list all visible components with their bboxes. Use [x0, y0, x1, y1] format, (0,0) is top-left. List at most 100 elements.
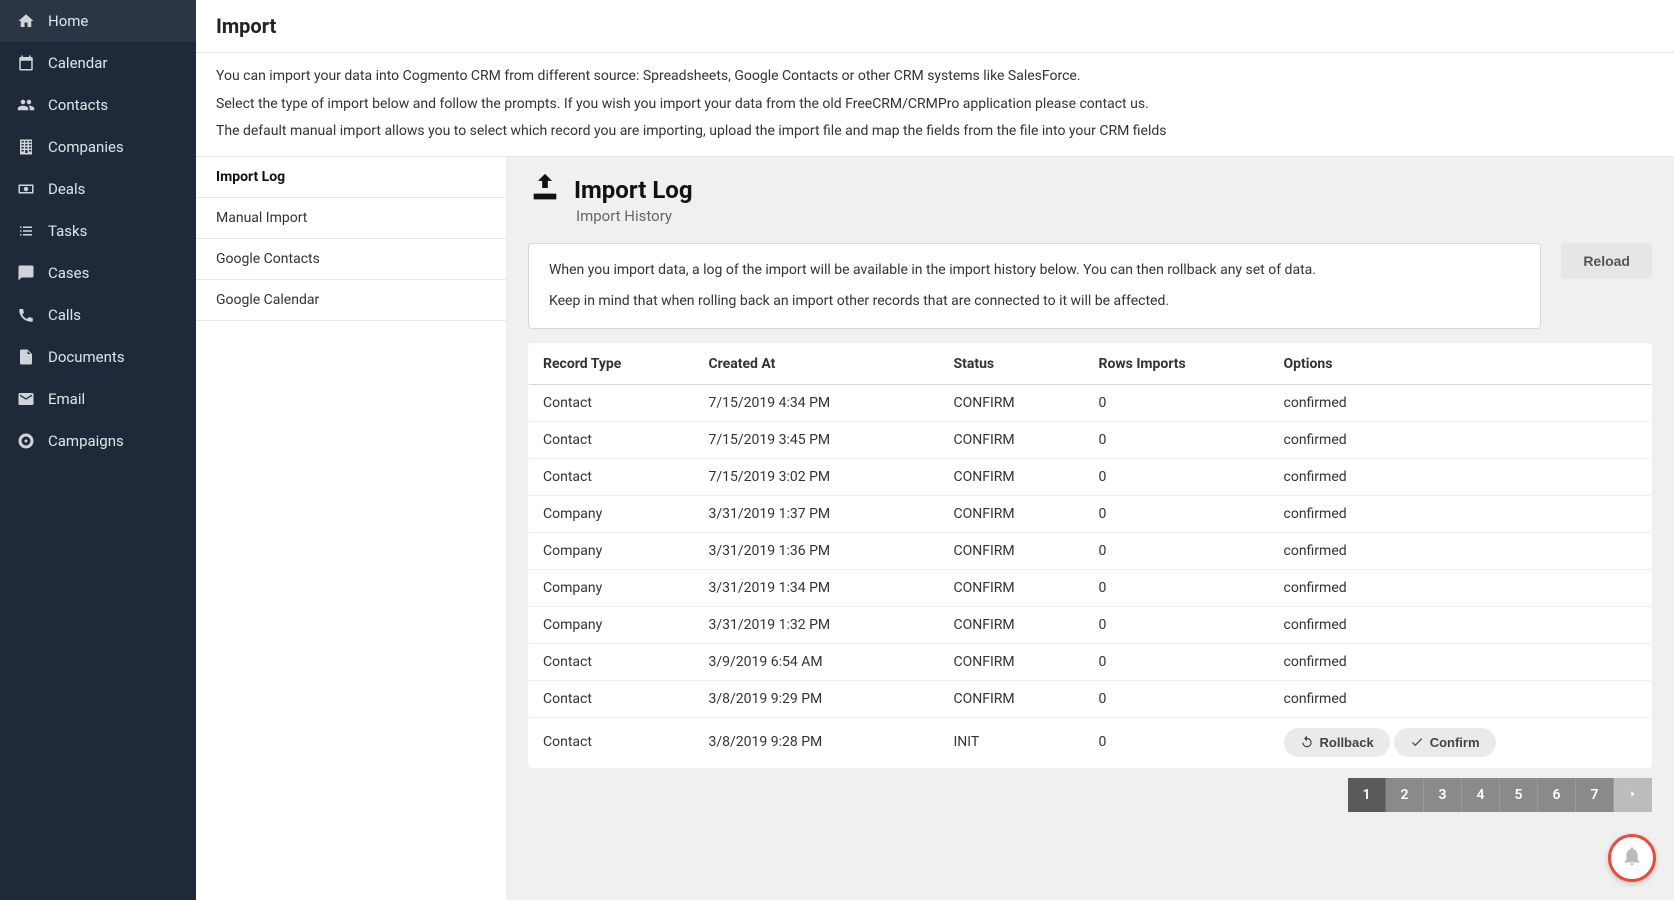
cell-rows: 0	[1089, 643, 1274, 680]
cell-options: confirmed	[1274, 458, 1652, 495]
page-next-button[interactable]	[1614, 778, 1652, 812]
table-row: Company3/31/2019 1:34 PMCONFIRM0confirme…	[529, 569, 1652, 606]
sidebar: Home Calendar Contacts CompaniesDeals Tasks C…	[0, 0, 196, 900]
page-button[interactable]: 4	[1462, 778, 1500, 812]
cell-options: confirmed	[1274, 606, 1652, 643]
options-text: confirmed	[1284, 506, 1347, 522]
cell-type: Contact	[529, 680, 699, 717]
sidebar-item-calls[interactable]: Calls	[0, 294, 196, 336]
cell-rows: 0	[1089, 384, 1274, 421]
import-log-panel: Import Log Import History When you impor…	[506, 157, 1674, 900]
sidebar-item-calendar[interactable]: Calendar	[0, 42, 196, 84]
cell-type: Contact	[529, 384, 699, 421]
table-header: Created At	[699, 343, 944, 384]
sidebar-item-cases[interactable]: Cases	[0, 252, 196, 294]
page-button[interactable]: 6	[1538, 778, 1576, 812]
confirm-button[interactable]: Confirm	[1394, 728, 1496, 757]
cell-created: 3/31/2019 1:36 PM	[699, 532, 944, 569]
sidebar-item-label: Calls	[48, 306, 81, 324]
confirm-label: Confirm	[1430, 735, 1480, 750]
sidebar-item-email[interactable]: Email	[0, 378, 196, 420]
cell-status: CONFIRM	[944, 643, 1089, 680]
options-text: confirmed	[1284, 432, 1347, 448]
sidebar-item-label: Home	[48, 12, 88, 30]
sidebar-item-home[interactable]: Home	[0, 0, 196, 42]
sidebar-item-documents[interactable]: Documents	[0, 336, 196, 378]
subnav-item-google-calendar[interactable]: Google Calendar	[196, 280, 506, 321]
options-text: confirmed	[1284, 469, 1347, 485]
sidebar-item-label: Calendar	[48, 54, 108, 72]
cell-options: Rollback Confirm	[1274, 717, 1652, 767]
target-icon	[14, 432, 38, 450]
cell-created: 7/15/2019 3:45 PM	[699, 421, 944, 458]
cell-rows: 0	[1089, 421, 1274, 458]
cell-type: Company	[529, 532, 699, 569]
intro-paragraph: Select the type of import below and foll…	[216, 95, 1654, 115]
page-button[interactable]: 2	[1386, 778, 1424, 812]
home-icon	[14, 12, 38, 30]
options-text: confirmed	[1284, 617, 1347, 633]
cell-status: CONFIRM	[944, 680, 1089, 717]
cell-status: CONFIRM	[944, 458, 1089, 495]
sidebar-item-label: Contacts	[48, 96, 108, 114]
cell-status: CONFIRM	[944, 569, 1089, 606]
page-button[interactable]: 3	[1424, 778, 1462, 812]
cell-rows: 0	[1089, 569, 1274, 606]
sidebar-item-companies[interactable]: Companies	[0, 126, 196, 168]
intro-block: You can import your data into Cogmento C…	[196, 53, 1674, 157]
users-icon	[14, 96, 38, 114]
sidebar-item-label: Cases	[48, 264, 89, 282]
table-row: Contact7/15/2019 3:45 PMCONFIRM0confirme…	[529, 421, 1652, 458]
cell-rows: 0	[1089, 458, 1274, 495]
phone-icon	[14, 306, 38, 324]
table-row: Company3/31/2019 1:32 PMCONFIRM0confirme…	[529, 606, 1652, 643]
table-header: Record Type	[529, 343, 699, 384]
cell-options: confirmed	[1274, 421, 1652, 458]
cell-type: Company	[529, 606, 699, 643]
options-text: confirmed	[1284, 691, 1347, 707]
cell-type: Company	[529, 495, 699, 532]
table-header: Rows Imports	[1089, 343, 1274, 384]
table-row: Company3/31/2019 1:37 PMCONFIRM0confirme…	[529, 495, 1652, 532]
main-content: Import You can import your data into Cog…	[196, 0, 1674, 900]
calendar-icon	[14, 54, 38, 72]
mail-icon	[14, 390, 38, 408]
notification-button[interactable]	[1608, 834, 1656, 882]
sidebar-item-tasks[interactable]: Tasks	[0, 210, 196, 252]
info-text: Keep in mind that when rolling back an i…	[549, 291, 1520, 312]
reload-button[interactable]: Reload	[1561, 243, 1652, 279]
sidebar-item-label: Tasks	[48, 222, 87, 240]
page-button[interactable]: 5	[1500, 778, 1538, 812]
import-subnav: Import LogManual ImportGoogle ContactsGo…	[196, 157, 506, 900]
page-button[interactable]: 1	[1348, 778, 1386, 812]
cell-rows: 0	[1089, 680, 1274, 717]
rollback-label: Rollback	[1320, 735, 1374, 750]
sidebar-item-deals[interactable]: Deals	[0, 168, 196, 210]
page-button[interactable]: 7	[1576, 778, 1614, 812]
table-row: Contact7/15/2019 3:02 PMCONFIRM0confirme…	[529, 458, 1652, 495]
sidebar-item-label: Campaigns	[48, 432, 124, 450]
cell-options: confirmed	[1274, 384, 1652, 421]
subnav-item-manual-import[interactable]: Manual Import	[196, 198, 506, 239]
cell-options: confirmed	[1274, 532, 1652, 569]
cell-rows: 0	[1089, 495, 1274, 532]
subnav-item-import-log[interactable]: Import Log	[196, 157, 506, 198]
sidebar-item-contacts[interactable]: Contacts	[0, 84, 196, 126]
info-text: When you import data, a log of the impor…	[549, 260, 1520, 281]
chat-icon	[14, 264, 38, 282]
subnav-item-google-contacts[interactable]: Google Contacts	[196, 239, 506, 280]
rollback-button[interactable]: Rollback	[1284, 728, 1390, 757]
list-icon	[14, 222, 38, 240]
cell-created: 3/9/2019 6:54 AM	[699, 643, 944, 680]
chevron-right-icon	[1628, 787, 1638, 803]
options-text: confirmed	[1284, 654, 1347, 670]
cell-created: 3/8/2019 9:28 PM	[699, 717, 944, 767]
cell-status: CONFIRM	[944, 384, 1089, 421]
upload-icon	[528, 171, 562, 209]
options-text: confirmed	[1284, 580, 1347, 596]
sidebar-item-campaigns[interactable]: Campaigns	[0, 420, 196, 462]
doc-icon	[14, 348, 38, 366]
panel-title: Import Log	[574, 176, 693, 204]
options-text: confirmed	[1284, 395, 1347, 411]
cell-rows: 0	[1089, 532, 1274, 569]
